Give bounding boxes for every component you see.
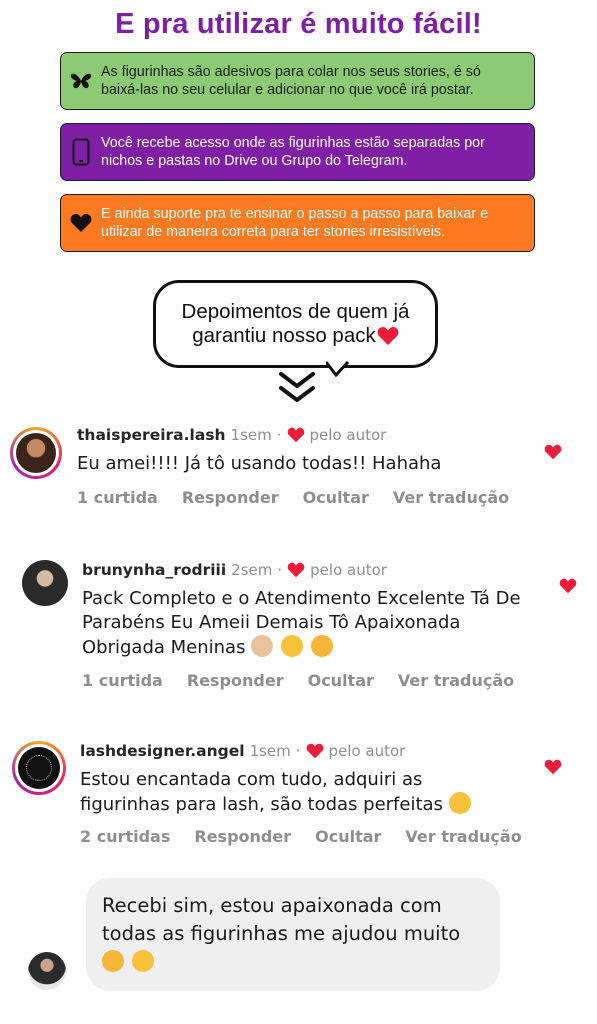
- double-chevron-down-icon: [279, 372, 315, 402]
- likes-count[interactable]: 2 curtidas: [80, 827, 170, 846]
- info-card-support: E ainda suporte pra te ensinar o passo a…: [60, 194, 535, 252]
- hide-button[interactable]: Ocultar: [315, 827, 381, 846]
- comment-body: Pack Completo e o Atendimento Excelente …: [82, 587, 522, 660]
- likes-count[interactable]: 1 curtida: [77, 488, 158, 507]
- comment-username[interactable]: thaispereira.lash: [77, 426, 226, 444]
- author-label: pelo autor: [309, 426, 387, 444]
- butterfly-icon: [61, 72, 101, 90]
- translate-button[interactable]: Ver tradução: [398, 671, 514, 690]
- likes-count[interactable]: 1 curtida: [82, 671, 163, 690]
- smiling-hearts-emoji-icon: [310, 635, 333, 657]
- like-heart-icon[interactable]: [544, 444, 562, 464]
- testimonials-line1: Depoimentos de quem já: [181, 300, 410, 323]
- info-card-stickers: As figurinhas são adesivos para colar no…: [60, 52, 535, 110]
- comment-time: 1sem: [230, 426, 272, 444]
- testimonials-bubble: Depoimentos de quem já garantiu nosso pa…: [153, 280, 438, 377]
- heart-eyes-emoji-icon: [448, 792, 471, 814]
- reply-button[interactable]: Responder: [187, 671, 284, 690]
- avatar[interactable]: [10, 427, 62, 479]
- info-card-access: Você recebe acesso onde as figurinhas es…: [60, 123, 535, 181]
- heart-eyes-emoji-icon: [132, 950, 155, 972]
- comment-item: lashdesigner.angel 1sem · pelo autor Est…: [0, 736, 597, 856]
- avatar[interactable]: [22, 560, 68, 606]
- heart-icon: [287, 562, 305, 578]
- comment-item: brunynha_rodriii 2sem · pelo autor Pack …: [0, 555, 597, 695]
- comment-text: Eu amei!!!! Já tô usando todas!! Hahaha: [77, 453, 442, 474]
- smiling-hearts-emoji-icon: [102, 950, 124, 972]
- star-struck-emoji-icon: [280, 635, 303, 657]
- comment-text: Estou encantada com tudo, adquiri as fig…: [80, 769, 443, 815]
- hide-button[interactable]: Ocultar: [308, 671, 374, 690]
- heart-icon: [287, 427, 305, 443]
- testimonials-line2: garantiu nosso pack: [192, 324, 376, 347]
- comment-body: Estou encantada com tudo, adquiri as fig…: [80, 768, 510, 817]
- avatar[interactable]: [12, 741, 66, 795]
- like-heart-icon[interactable]: [559, 578, 577, 598]
- comment-username[interactable]: brunynha_rodriii: [82, 561, 226, 579]
- author-label: pelo autor: [328, 742, 406, 760]
- reply-button[interactable]: Responder: [182, 488, 279, 507]
- clapping-emoji-icon: [251, 635, 274, 657]
- message-text: Recebi sim, estou apaixonada com todas a…: [102, 894, 461, 945]
- like-heart-icon[interactable]: [544, 759, 562, 779]
- comment-username[interactable]: lashdesigner.angel: [80, 742, 245, 760]
- heart-icon: [377, 326, 399, 346]
- author-label: pelo autor: [310, 561, 387, 579]
- translate-button[interactable]: Ver tradução: [393, 488, 509, 507]
- info-card-text: Você recebe acesso onde as figurinhas es…: [101, 135, 485, 169]
- message-bubble: Recebi sim, estou apaixonada com todas a…: [86, 878, 500, 991]
- separator-dot: ·: [276, 426, 282, 444]
- separator-dot: ·: [295, 742, 301, 760]
- info-card-text: As figurinhas são adesivos para colar no…: [101, 64, 481, 98]
- separator-dot: ·: [277, 561, 283, 579]
- info-card-text: E ainda suporte pra te ensinar o passo a…: [101, 206, 489, 240]
- heart-icon: [306, 743, 324, 759]
- phone-icon: [61, 138, 101, 166]
- reply-button[interactable]: Responder: [194, 827, 291, 846]
- hide-button[interactable]: Ocultar: [303, 488, 369, 507]
- page-title: E pra utilizar é muito fácil!: [115, 8, 482, 40]
- comment-item: thaispereira.lash 1sem · pelo autor Eu a…: [0, 420, 597, 520]
- bubble-tail-icon: [326, 361, 350, 377]
- heart-icon: [61, 213, 101, 233]
- comment-time: 2sem: [231, 561, 273, 579]
- avatar[interactable]: [28, 952, 66, 990]
- comment-time: 1sem: [249, 742, 291, 760]
- translate-button[interactable]: Ver tradução: [405, 827, 521, 846]
